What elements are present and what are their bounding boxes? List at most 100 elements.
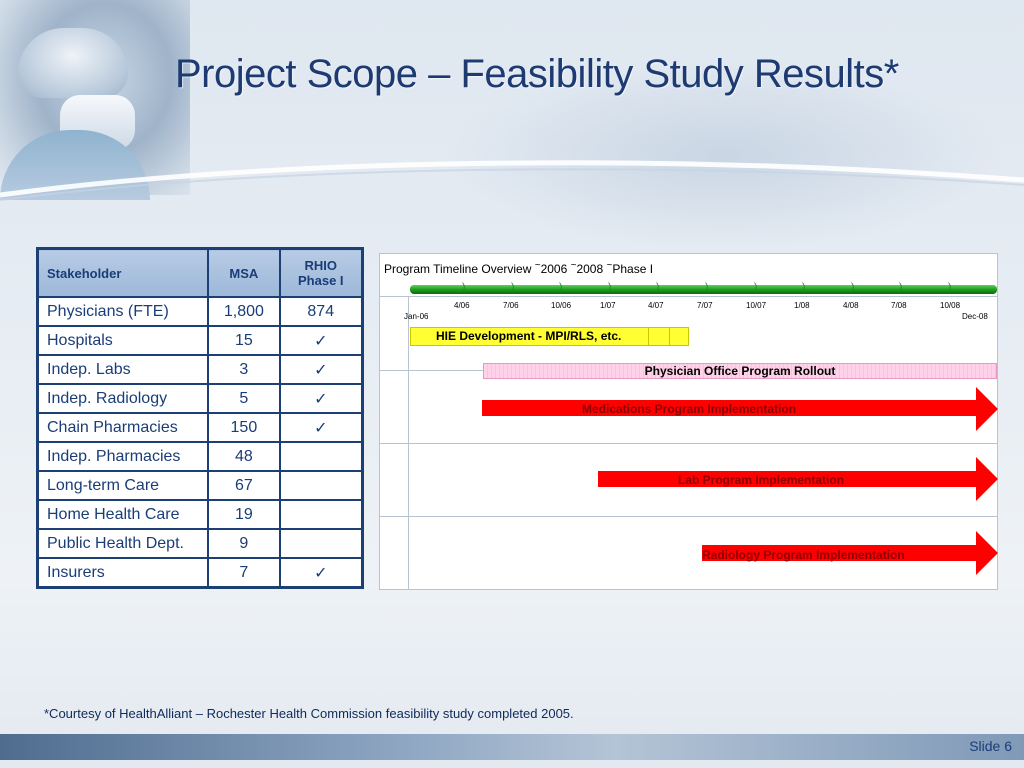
medications-program-label: Medications Program Implementation: [582, 402, 797, 416]
table-header-row: Stakeholder MSA RHIO Phase I: [36, 247, 364, 298]
checkmark-icon: ✓: [278, 325, 364, 356]
stakeholder-cell: Hospitals: [36, 325, 210, 356]
timeline-tick-mark: ): [511, 282, 515, 293]
table-row: Indep. Pharmacies 48: [36, 441, 364, 472]
checkmark-icon: ✓: [278, 557, 364, 589]
timeline-tick-label: 7/07: [697, 301, 713, 310]
arrow-head-icon: [976, 531, 998, 575]
timeline-end-label: Dec-08: [962, 312, 988, 321]
physician-office-rollout-bar: Physician Office Program Rollout: [483, 363, 997, 379]
timeline-title-text: Program Timeline Overview: [384, 262, 532, 276]
timeline-scale-bar: [410, 285, 997, 294]
table-row: Indep. Radiology 5 ✓: [36, 383, 364, 414]
checkmark-icon: ✓: [278, 354, 364, 385]
header-msa: MSA: [207, 247, 281, 298]
stakeholder-table: Stakeholder MSA RHIO Phase I Physicians …: [36, 247, 364, 589]
table-row: Long-term Care 67: [36, 470, 364, 501]
msa-cell: 1,800: [207, 296, 281, 327]
stakeholder-cell: Chain Pharmacies: [36, 412, 210, 443]
timeline-tick-mark: ): [948, 282, 952, 293]
timeline-tick-label: 7/06: [503, 301, 519, 310]
msa-cell: 19: [207, 499, 281, 530]
footnote: *Courtesy of HealthAlliant – Rochester H…: [44, 706, 574, 721]
msa-cell: 7: [207, 557, 281, 589]
timeline-tick-label: 10/08: [940, 301, 961, 310]
bar-segment: [669, 328, 670, 345]
timeline-tick-mark: ): [705, 282, 709, 293]
rhio-cell: [278, 470, 364, 501]
table-row: Chain Pharmacies 150 ✓: [36, 412, 364, 443]
radiology-program-arrow: Radiology Program Implementation: [702, 531, 998, 575]
timeline-tick-mark: ): [462, 282, 466, 293]
lab-program-arrow: Lab Program Implementation: [598, 457, 998, 501]
msa-cell: 48: [207, 441, 281, 472]
table-row: Public Health Dept. 9: [36, 528, 364, 559]
hie-development-bar: HIE Development - MPI/RLS, etc.: [410, 327, 689, 346]
timeline-title-phase: Phase I: [612, 262, 654, 276]
checkmark-icon: ✓: [278, 383, 364, 414]
msa-cell: 5: [207, 383, 281, 414]
msa-cell: 150: [207, 412, 281, 443]
program-timeline: Program Timeline Overview ~2006 ~2008 ~P…: [379, 253, 998, 590]
stakeholder-cell: Public Health Dept.: [36, 528, 210, 559]
timeline-title-year-end: 2008: [576, 262, 604, 276]
row-divider: [380, 516, 997, 517]
timeline-tick-label: 4/08: [843, 301, 859, 310]
medications-program-arrow: Medications Program Implementation: [482, 387, 998, 431]
bar-segment: [648, 328, 649, 345]
timeline-tick-label: 10/06: [551, 301, 572, 310]
rhio-cell: [278, 528, 364, 559]
msa-cell: 15: [207, 325, 281, 356]
table-row: Physicians (FTE) 1,800 874: [36, 296, 364, 327]
rhio-cell: [278, 499, 364, 530]
arrow-head-icon: [976, 457, 998, 501]
timeline-tick-label: 7/08: [891, 301, 907, 310]
row-divider: [380, 296, 997, 297]
table-row: Insurers 7 ✓: [36, 557, 364, 589]
timeline-tick-mark: ): [656, 282, 660, 293]
table-row: Indep. Labs 3 ✓: [36, 354, 364, 385]
timeline-tick-mark: ): [559, 282, 563, 293]
timeline-tick-mark: ): [851, 282, 855, 293]
stakeholder-cell: Home Health Care: [36, 499, 210, 530]
header-stakeholder: Stakeholder: [36, 247, 210, 298]
slide-title: Project Scope – Feasibility Study Result…: [175, 52, 899, 96]
timeline-tick-label: 4/06: [454, 301, 470, 310]
footer-bar: [0, 734, 1024, 760]
lab-program-label: Lab Program Implementation: [678, 473, 845, 487]
surgical-cap: [18, 28, 128, 98]
tilde-mark: ~: [606, 260, 613, 271]
timeline-title-year-start: 2006: [540, 262, 568, 276]
stakeholder-cell: Insurers: [36, 557, 210, 589]
table-row: Hospitals 15 ✓: [36, 325, 364, 356]
row-divider: [380, 443, 997, 444]
timeline-tick-label: 10/07: [746, 301, 767, 310]
hie-development-label: HIE Development - MPI/RLS, etc.: [436, 329, 622, 343]
rhio-cell: [278, 441, 364, 472]
arrow-head-icon: [976, 387, 998, 431]
checkmark-icon: ✓: [278, 412, 364, 443]
timeline-tick-label: 1/07: [600, 301, 616, 310]
stakeholder-cell: Indep. Radiology: [36, 383, 210, 414]
stakeholder-cell: Indep. Labs: [36, 354, 210, 385]
msa-cell: 67: [207, 470, 281, 501]
timeline-title: Program Timeline Overview ~2006 ~2008 ~P…: [384, 260, 654, 276]
tilde-mark: ~: [534, 260, 541, 271]
stakeholder-cell: Physicians (FTE): [36, 296, 210, 327]
timeline-tick-mark: ): [802, 282, 806, 293]
msa-cell: 3: [207, 354, 281, 385]
tilde-mark: ~: [570, 260, 577, 271]
timeline-tick-label: 4/07: [648, 301, 664, 310]
timeline-tick-mark: ): [899, 282, 903, 293]
timeline-start-label: Jan-06: [404, 312, 429, 321]
decorative-swoosh: [0, 160, 1024, 201]
rhio-cell: 874: [278, 296, 364, 327]
timeline-tick-mark: ): [608, 282, 612, 293]
stakeholder-cell: Long-term Care: [36, 470, 210, 501]
stakeholder-cell: Indep. Pharmacies: [36, 441, 210, 472]
timeline-tick-label: 1/08: [794, 301, 810, 310]
slide-number: Slide 6: [969, 738, 1012, 754]
header-rhio-phase-1: RHIO Phase I: [278, 247, 364, 298]
timeline-tick-mark: ): [754, 282, 758, 293]
table-row: Home Health Care 19: [36, 499, 364, 530]
